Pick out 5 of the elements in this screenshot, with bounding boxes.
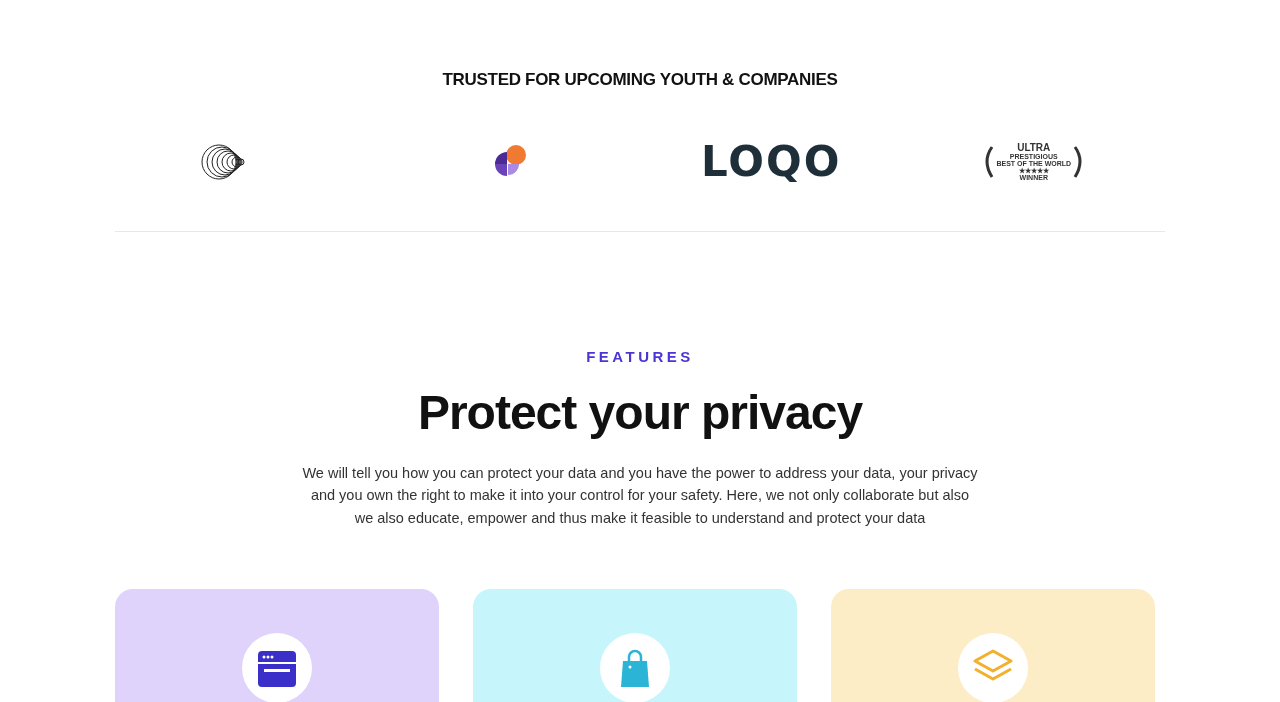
section-title: Protect your privacy <box>416 387 864 440</box>
logo-wordmark: LOQO <box>701 141 842 183</box>
section-heading: TRUSTED FOR UPCOMING YOUTH & COMPANIES <box>441 70 839 90</box>
section-eyebrow: FEATURES <box>585 348 695 365</box>
section-description: We will tell you how you can protect your data and you have the power to address your data, your privacy and you own the right to make it into your control for your safety. Here, we not only collaborate but also we also educate, empower and thus make it feasible to understand and protect your data <box>301 463 979 528</box>
